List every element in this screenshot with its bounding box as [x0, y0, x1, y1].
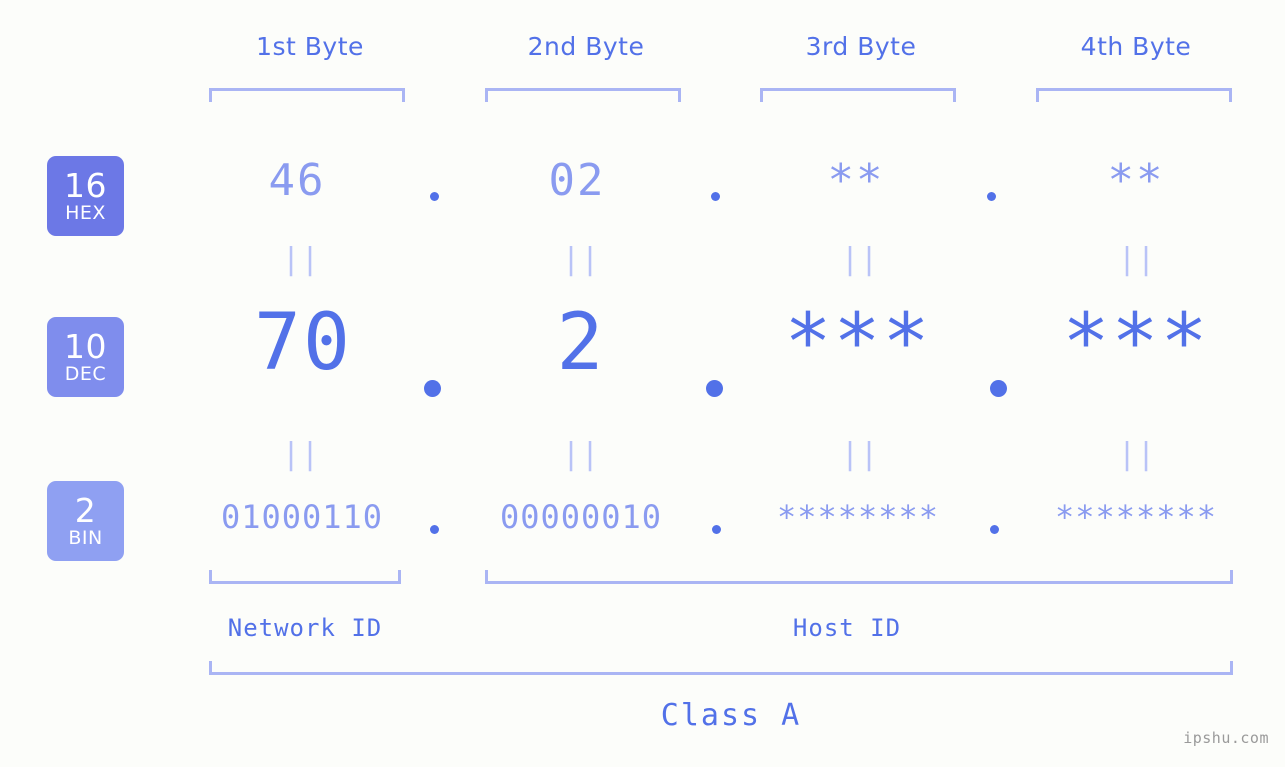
- equals-separator-2-3: ||: [840, 437, 880, 472]
- network-id-bracket: [209, 570, 401, 584]
- byte-bracket-3: [760, 88, 956, 102]
- byte-header-2: 2nd Byte: [527, 32, 645, 61]
- hex-dot-separator-1: [430, 192, 439, 201]
- class-label: Class A: [660, 698, 802, 733]
- bin-byte-1: 01000110: [220, 498, 384, 536]
- bin-byte-2: 00000010: [499, 498, 663, 536]
- dec-byte-2: 2: [556, 298, 606, 388]
- dec-dot-separator-2: [706, 380, 723, 397]
- dec-byte-4: ***: [1062, 298, 1210, 388]
- equals-separator-1-1: ||: [281, 242, 321, 277]
- byte-header-1: 1st Byte: [256, 32, 364, 61]
- hex-byte-4: **: [1107, 155, 1165, 206]
- hex-byte-1: 46: [268, 155, 326, 206]
- dec-byte-1: 70: [254, 298, 352, 388]
- bin-dot-separator-2: [712, 525, 721, 534]
- base-badge-bin-label: BIN: [68, 527, 103, 549]
- base-badge-dec: 10 DEC: [47, 317, 124, 397]
- dec-byte-3: ***: [784, 298, 932, 388]
- site-watermark: ipshu.com: [1183, 729, 1269, 747]
- byte-bracket-1: [209, 88, 405, 102]
- equals-separator-1-4: ||: [1117, 242, 1157, 277]
- base-badge-dec-number: 10: [64, 327, 107, 366]
- equals-separator-2-2: ||: [561, 437, 601, 472]
- hex-byte-3: **: [827, 155, 885, 206]
- base-badge-hex-label: HEX: [65, 202, 106, 224]
- bin-dot-separator-3: [990, 525, 999, 534]
- equals-separator-2-1: ||: [281, 437, 321, 472]
- network-id-label: Network ID: [227, 614, 383, 642]
- byte-header-3: 3rd Byte: [805, 32, 917, 61]
- base-badge-hex-number: 16: [64, 166, 107, 205]
- ip-address-breakdown-diagram: 1st Byte 2nd Byte 3rd Byte 4th Byte 16 H…: [0, 0, 1285, 767]
- bin-dot-separator-1: [430, 525, 439, 534]
- class-bracket: [209, 661, 1233, 675]
- byte-bracket-2: [485, 88, 681, 102]
- bin-byte-4: ********: [1054, 498, 1218, 536]
- dec-dot-separator-3: [990, 380, 1007, 397]
- equals-separator-1-2: ||: [561, 242, 601, 277]
- equals-separator-1-3: ||: [840, 242, 880, 277]
- base-badge-bin-number: 2: [74, 491, 97, 530]
- hex-dot-separator-2: [711, 192, 720, 201]
- byte-header-4: 4th Byte: [1080, 32, 1192, 61]
- host-id-bracket: [485, 570, 1233, 584]
- base-badge-dec-label: DEC: [64, 363, 107, 385]
- byte-bracket-4: [1036, 88, 1232, 102]
- base-badge-bin: 2 BIN: [47, 481, 124, 561]
- dec-dot-separator-1: [424, 380, 441, 397]
- host-id-label: Host ID: [792, 614, 902, 642]
- hex-byte-2: 02: [548, 155, 606, 206]
- hex-dot-separator-3: [987, 192, 996, 201]
- equals-separator-2-4: ||: [1117, 437, 1157, 472]
- base-badge-hex: 16 HEX: [47, 156, 124, 236]
- bin-byte-3: ********: [776, 498, 940, 536]
